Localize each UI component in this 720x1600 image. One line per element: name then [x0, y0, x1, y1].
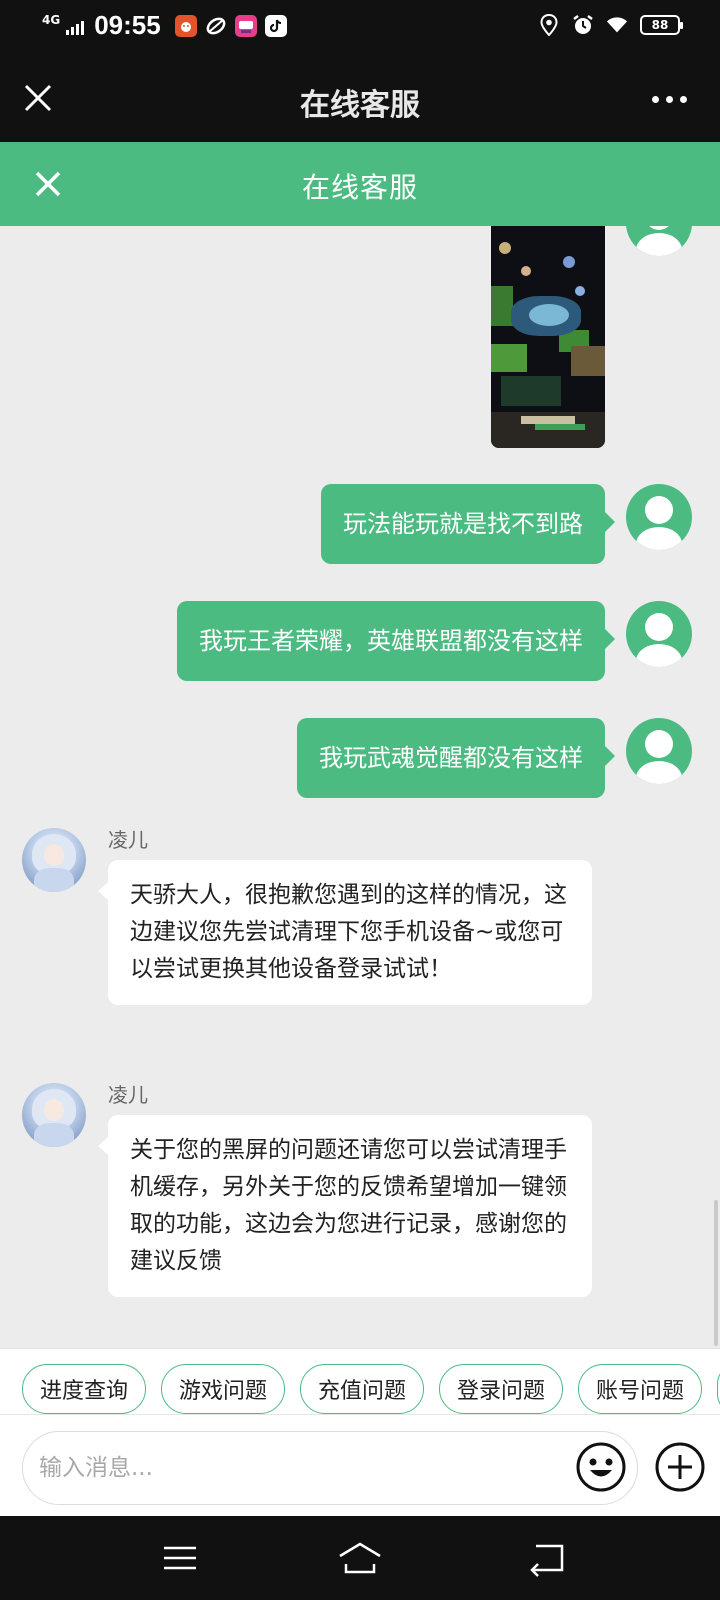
message-input[interactable] [22, 1431, 638, 1505]
input-bar [0, 1414, 720, 1516]
system-nav-bar [0, 1516, 720, 1600]
quick-reply-game[interactable]: 游戏问题 [161, 1364, 285, 1414]
user-message-bubble[interactable]: 玩法能玩就是找不到路 [321, 484, 615, 564]
chat-message-list[interactable]: 玩法能玩就是找不到路 我玩王者荣耀，英雄联盟都没有这样 我玩武魂觉醒都没有这样 … [0, 226, 720, 1348]
quick-reply-progress[interactable]: 进度查询 [22, 1364, 146, 1414]
location-icon [538, 14, 560, 36]
chat-header: 在线客服 [0, 142, 720, 226]
top-nav-bar: 在线客服 [0, 56, 720, 142]
user-message-bubble[interactable]: 我玩武魂觉醒都没有这样 [297, 718, 615, 798]
agent-message-bubble[interactable]: 天骄大人，很抱歉您遇到的这样的情况，这边建议您先尝试清理下您手机设备~或您可以尝… [98, 860, 592, 1005]
quick-reply-login[interactable]: 登录问题 [439, 1364, 563, 1414]
user-avatar [626, 484, 692, 550]
agent-message-bubble[interactable]: 关于您的黑屏的问题还请您可以尝试清理手机缓存，另外关于您的反馈希望增加一键领取的… [98, 1115, 592, 1297]
home-icon[interactable] [336, 1538, 384, 1578]
wifi-icon [606, 14, 628, 36]
menu-icon[interactable] [160, 1538, 200, 1578]
app-pink-icon [234, 14, 257, 37]
agent-avatar [22, 1083, 86, 1147]
user-message-bubble[interactable]: 我玩王者荣耀，英雄联盟都没有这样 [177, 601, 615, 681]
notification-icons [174, 14, 287, 37]
status-bar: 4G 09:55 88 [0, 0, 720, 56]
user-avatar [626, 718, 692, 784]
network-type: 4G [42, 12, 61, 27]
app-tiktok-icon [264, 14, 287, 37]
quick-reply-account[interactable]: 账号问题 [578, 1364, 702, 1414]
status-left: 4G 09:55 [42, 10, 287, 41]
agent-name: 凌儿 [108, 828, 148, 852]
alarm-icon [572, 14, 594, 36]
page-title: 在线客服 [300, 88, 420, 123]
plus-icon[interactable] [654, 1441, 706, 1493]
agent-avatar [22, 828, 86, 892]
status-right: 88 [538, 14, 683, 36]
app-leaf-icon [205, 15, 227, 37]
chat-title: 在线客服 [301, 171, 418, 204]
quick-reply-bar: 进度查询 游戏问题 充值问题 登录问题 账号问题 [0, 1348, 720, 1414]
signal-icon [66, 17, 85, 35]
user-avatar [626, 601, 692, 667]
app-red-icon [174, 14, 197, 37]
battery-level: 88 [640, 15, 683, 35]
more-icon[interactable] [652, 92, 692, 106]
scrollbar[interactable] [714, 1200, 718, 1346]
emoji-icon[interactable] [575, 1441, 627, 1493]
clock-time: 09:55 [94, 10, 161, 40]
agent-name: 凌儿 [108, 1083, 148, 1107]
back-icon[interactable] [528, 1538, 568, 1578]
user-avatar [626, 226, 692, 256]
game-screenshot-image[interactable] [491, 226, 605, 448]
quick-reply-recharge[interactable]: 充值问题 [300, 1364, 424, 1414]
